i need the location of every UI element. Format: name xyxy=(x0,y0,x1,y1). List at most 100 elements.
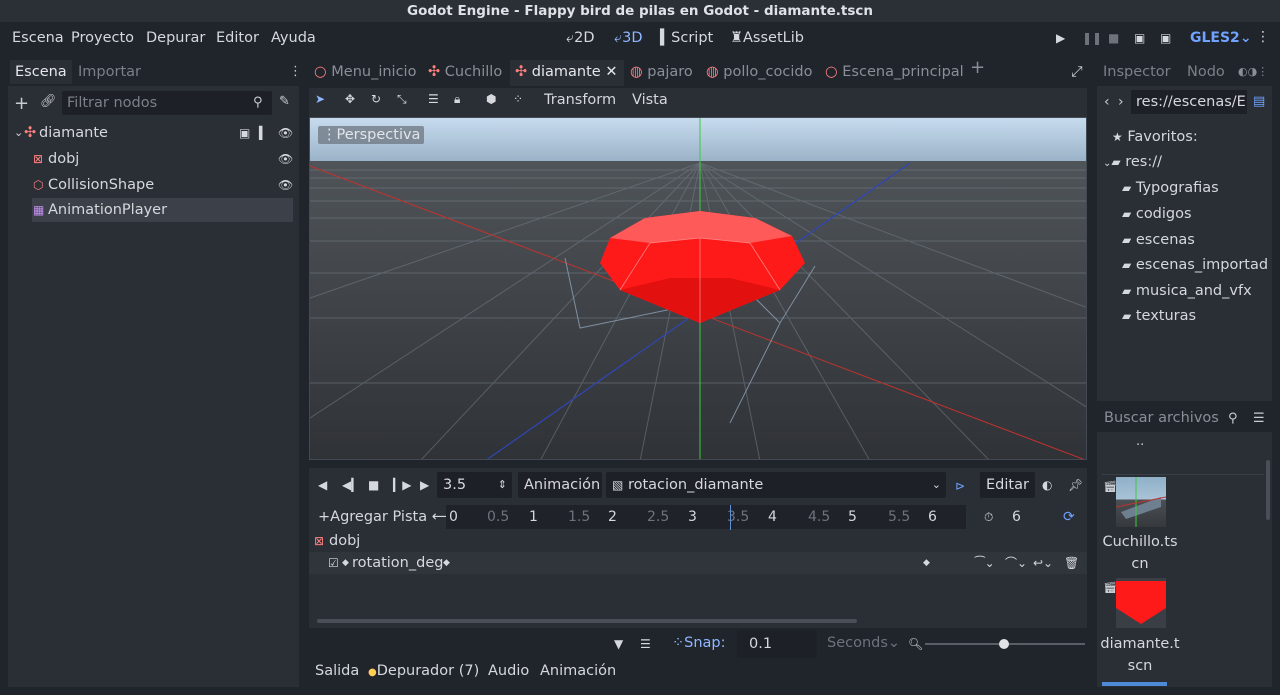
track-rotation-deg[interactable]: ☑ ◆ rotation_deg ◆ ◆ ⁀⌄ ⌒⌄ ↩⌄ 🗑︎ xyxy=(309,552,1087,574)
bottom-tab-audio[interactable]: Audio xyxy=(488,663,529,679)
menu-proyecto[interactable]: Proyecto xyxy=(71,30,134,46)
play-scene-icon[interactable]: ▣ xyxy=(1134,31,1145,45)
play-from-start-icon[interactable]: ▎▶ xyxy=(393,478,411,492)
keyframe-start[interactable]: ◆ xyxy=(443,552,450,574)
folder-res[interactable]: ⌄▰ res:// xyxy=(1103,150,1162,174)
move-tool-icon[interactable]: ✥ xyxy=(345,92,355,106)
scene-tab-pollo-cocido[interactable]: ◍ pollo_cocido xyxy=(706,62,812,84)
dock-menu-icon[interactable]: ⋮ xyxy=(289,64,302,79)
edit-menu[interactable]: Editar xyxy=(980,472,1035,498)
loop-icon[interactable]: ⟳ xyxy=(1063,509,1075,525)
chevron-left-icon[interactable]: ‹ xyxy=(1104,94,1110,110)
scene-tab-menu-inicio[interactable]: ○ Menu_inicio xyxy=(314,62,416,84)
checkbox-icon[interactable]: ☑ xyxy=(328,552,339,574)
visibility-icon[interactable]: 👁︎ xyxy=(278,173,293,197)
timeline-scrollbar[interactable] xyxy=(317,619,857,623)
tree-node-dobj[interactable]: ⊠ dobj 👁︎ xyxy=(12,147,293,171)
bottom-tab-output[interactable]: Salida xyxy=(315,663,359,679)
file-diamante-tscn[interactable]: diamante.t scn xyxy=(1100,633,1180,677)
track-group-dobj[interactable]: ⊠ dobj xyxy=(309,530,1087,552)
chevron-right-icon[interactable]: › xyxy=(1118,94,1124,110)
bottom-tab-animation[interactable]: Animación xyxy=(540,663,616,679)
menu-depurar[interactable]: Depurar xyxy=(146,30,205,46)
group-icon[interactable]: ▣ xyxy=(239,121,250,145)
close-icon[interactable]: ✕ xyxy=(605,64,617,80)
menu-ayuda[interactable]: Ayuda xyxy=(271,30,316,46)
tab-inspector[interactable]: Inspector xyxy=(1098,60,1176,84)
stop-animation-icon[interactable]: ■ xyxy=(368,478,379,492)
snap-toggle[interactable]: ⁘Snap: xyxy=(672,635,726,651)
play-custom-scene-icon[interactable]: ▣ xyxy=(1160,31,1171,45)
add-scene-tab-icon[interactable]: + xyxy=(970,58,985,80)
menu-escena[interactable]: Escena xyxy=(12,30,64,46)
tree-node-animationplayer[interactable]: ▦ AnimationPlayer xyxy=(32,198,293,222)
interpolation-icon[interactable]: ⁀⌄ xyxy=(975,552,995,574)
keyframe-end[interactable]: ◆ xyxy=(923,552,930,574)
add-track-button[interactable]: +Agregar Pista ⟷ xyxy=(318,509,453,525)
animation-time-input[interactable]: 3.5 ⇕ xyxy=(437,472,512,498)
tree-node-diamante[interactable]: ⌄ ✣ diamante ▣ ▍ 👁︎ xyxy=(12,121,293,145)
delete-track-icon[interactable]: 🗑︎ xyxy=(1064,552,1079,574)
bottom-tab-debugger[interactable]: ●Depurador (7) xyxy=(368,663,479,679)
animation-length[interactable]: 6 xyxy=(1012,509,1021,525)
file-cuchillo-tscn[interactable]: Cuchillo.ts cn xyxy=(1100,531,1180,575)
onion-skin-icon[interactable]: ◐ xyxy=(1042,478,1052,492)
attach-script-icon[interactable]: ✎ xyxy=(279,94,290,109)
folder-codigos[interactable]: ▰ codigos xyxy=(1122,202,1192,226)
perspective-menu[interactable]: ⋮Perspectiva xyxy=(318,126,425,144)
select-tool-icon[interactable]: ➤ xyxy=(315,92,325,106)
folder-musica-and-vfx[interactable]: ▰ musica_and_vfx xyxy=(1122,279,1252,303)
snap-icon[interactable]: ⁘ xyxy=(513,92,523,106)
parent-folder[interactable]: .. xyxy=(1136,434,1144,449)
view-mode-icon[interactable]: ☰ xyxy=(1253,411,1265,426)
pin-icon[interactable]: 📌︎ xyxy=(1068,478,1083,492)
add-node-icon[interactable]: + xyxy=(14,93,29,114)
tab-nodo[interactable]: Nodo xyxy=(1182,60,1230,84)
script-icon[interactable]: ▍ xyxy=(259,121,268,145)
distraction-free-icon[interactable]: ⤢ xyxy=(1071,62,1083,84)
scene-tab-pajaro[interactable]: ◍ pajaro xyxy=(630,62,693,84)
filter-nodes-input[interactable]: Filtrar nodos xyxy=(62,91,272,115)
3d-viewport[interactable]: ⋮Perspectiva xyxy=(309,117,1087,460)
loop-wrap-icon[interactable]: ↩⌄ xyxy=(1033,552,1053,574)
scene-tab-cuchillo[interactable]: ✣ Cuchillo xyxy=(428,62,502,84)
split-view-icon[interactable]: ▤ xyxy=(1253,94,1265,109)
play-icon[interactable]: ▶ xyxy=(1056,31,1065,45)
collapse-icon[interactable]: ⌄ xyxy=(14,121,23,145)
rotate-tool-icon[interactable]: ↻ xyxy=(371,92,381,106)
zoom-slider-handle[interactable] xyxy=(999,639,1009,649)
stop-icon[interactable]: ■ xyxy=(1108,31,1119,45)
tab-importar[interactable]: Importar xyxy=(73,60,146,84)
visibility-icon[interactable]: 👁︎ xyxy=(278,121,293,145)
play-backwards-icon[interactable]: ◀ xyxy=(318,478,327,492)
workspace-3d-button[interactable]: ⤶3D xyxy=(614,30,643,46)
list-icon[interactable]: ☰ xyxy=(640,637,651,651)
play-backwards-from-end-icon[interactable]: ◀▎ xyxy=(342,478,360,492)
snap-unit-select[interactable]: Seconds⌄ xyxy=(827,635,900,651)
tab-escena[interactable]: Escena xyxy=(10,60,72,84)
scene-tab-escena-principal[interactable]: ○ Escena_principal xyxy=(825,62,964,84)
workspace-script-button[interactable]: ▍Script xyxy=(660,30,713,46)
autoplay-icon[interactable]: ⊳ xyxy=(955,479,965,493)
filter-icon[interactable]: ▼ xyxy=(614,637,623,651)
wrap-mode-icon[interactable]: ⌒⌄ xyxy=(1005,552,1027,574)
tree-node-collisionshape[interactable]: ⬡ CollisionShape 👁︎ xyxy=(12,173,293,197)
workspace-assetlib-button[interactable]: ♜AssetLib xyxy=(730,30,804,46)
view-menu[interactable]: Vista xyxy=(632,92,668,108)
dock-arrows-icon[interactable]: ◐◑⋮ xyxy=(1238,65,1268,78)
folder-escenas-importad[interactable]: ▰ escenas_importad xyxy=(1122,253,1268,277)
scale-tool-icon[interactable]: ⤡ xyxy=(397,92,407,107)
pause-icon[interactable]: ❚❚ xyxy=(1082,31,1102,45)
favorites-item[interactable]: ★ Favoritos: xyxy=(1112,125,1198,149)
scene-tab-diamante[interactable]: ✣ diamante ✕ xyxy=(515,62,617,84)
folder-texturas[interactable]: ▰ texturas xyxy=(1122,304,1196,328)
lock-icon[interactable]: 🔒︎ xyxy=(454,92,460,107)
timeline-ruler[interactable]: 0 0.5 1 1.5 2 2.5 3 3.5 4 4.5 5 5.5 6 ⏱︎… xyxy=(446,505,1086,529)
settings-icon[interactable]: ⋮ xyxy=(1256,29,1270,45)
menu-editor[interactable]: Editor xyxy=(216,30,259,46)
diamante-thumbnail[interactable] xyxy=(1116,578,1166,628)
folder-typografias[interactable]: ▰ Typografias xyxy=(1122,176,1219,200)
play-animation-icon[interactable]: ▶ xyxy=(420,478,429,492)
snap-input[interactable]: 0.1 xyxy=(737,630,817,658)
local-space-icon[interactable]: ⬢ xyxy=(486,92,496,106)
